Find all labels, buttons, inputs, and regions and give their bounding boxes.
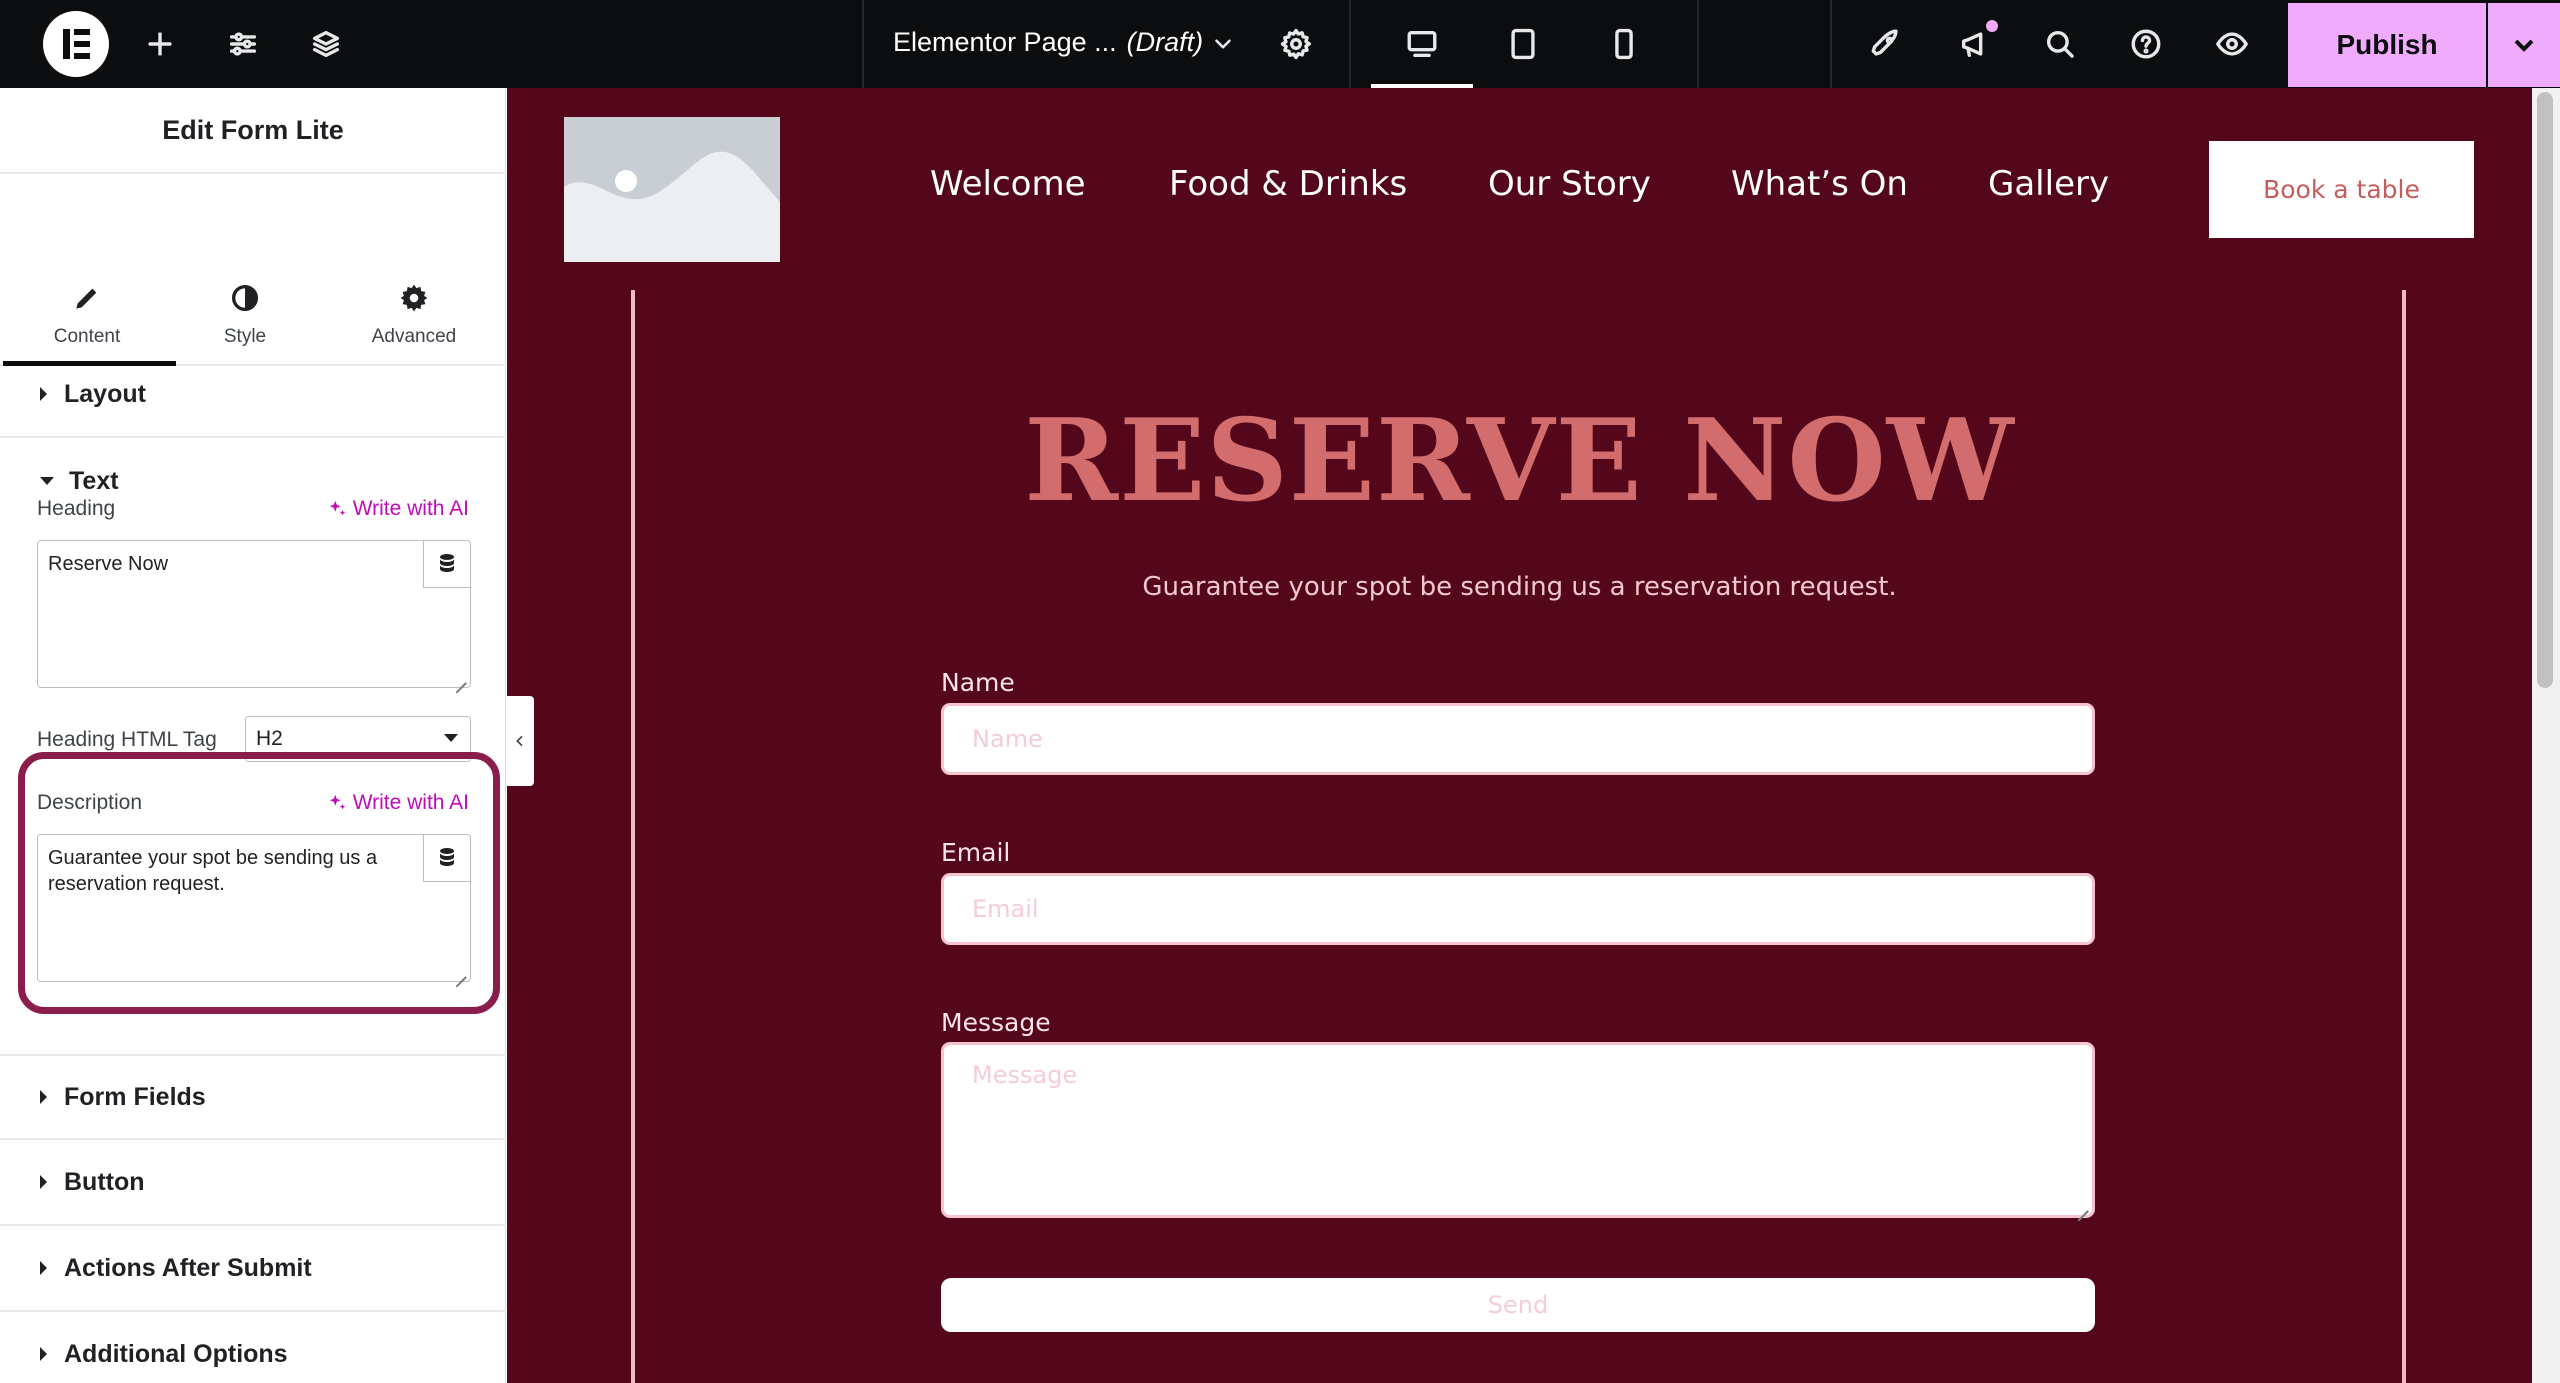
nav-food-drinks[interactable]: Food & Drinks xyxy=(1169,164,1407,204)
caret-right-icon xyxy=(40,1261,47,1275)
divider xyxy=(1349,0,1351,88)
section-label: Button xyxy=(64,1167,145,1196)
chevron-left-icon xyxy=(516,735,523,747)
caret-right-icon xyxy=(40,1347,47,1361)
rocket-icon[interactable] xyxy=(1866,24,1906,64)
tab-label: Style xyxy=(223,326,267,347)
heading-value: Reserve Now xyxy=(48,553,169,575)
section-form-fields[interactable]: Form Fields xyxy=(0,1054,506,1140)
page-settings-gear-icon[interactable] xyxy=(1276,24,1316,64)
nav-whats-on[interactable]: What’s On xyxy=(1731,164,1908,204)
name-label: Name xyxy=(941,668,1015,697)
resize-handle[interactable] xyxy=(2076,1199,2088,1211)
write-with-ai-link[interactable]: Write with AI xyxy=(327,497,469,521)
email-placeholder: Email xyxy=(972,895,1039,923)
gear-icon xyxy=(400,284,428,312)
publish-options-button[interactable] xyxy=(2488,3,2560,87)
mobile-icon[interactable] xyxy=(1604,24,1644,64)
section-layout[interactable]: Layout xyxy=(0,352,506,438)
write-with-ai-label: Write with AI xyxy=(352,497,469,520)
dynamic-tags-button[interactable] xyxy=(423,540,471,588)
image-placeholder-icon[interactable] xyxy=(564,117,780,262)
caret-down-icon xyxy=(40,477,54,485)
message-placeholder: Message xyxy=(972,1061,1078,1089)
chevron-down-icon[interactable] xyxy=(1203,24,1243,64)
divider xyxy=(862,0,864,88)
tab-label: Content xyxy=(53,326,121,347)
page-status: (Draft) xyxy=(1126,27,1204,57)
nav-our-story[interactable]: Our Story xyxy=(1488,164,1651,204)
half-circle-icon xyxy=(232,285,258,311)
caret-right-icon xyxy=(40,387,47,401)
tab-advanced[interactable]: Advanced xyxy=(330,174,498,364)
section-label: Additional Options xyxy=(64,1339,288,1368)
book-table-button[interactable]: Book a table xyxy=(2209,141,2474,238)
resize-handle[interactable] xyxy=(454,671,466,683)
whats-new-megaphone-icon[interactable] xyxy=(1955,20,1998,64)
divider xyxy=(1830,0,1832,88)
scrollbar-thumb[interactable] xyxy=(2537,92,2553,688)
search-icon[interactable] xyxy=(2040,24,2080,64)
heading-tag-value: H2 xyxy=(256,727,283,750)
collapse-panel-button[interactable] xyxy=(506,696,534,786)
tab-label: Advanced xyxy=(371,326,457,347)
help-icon[interactable] xyxy=(2126,24,2166,64)
section-button[interactable]: Button xyxy=(0,1140,506,1226)
preview-canvas: Welcome Food & Drinks Our Story What’s O… xyxy=(507,88,2532,1383)
heading-label: Heading xyxy=(37,497,116,520)
database-icon xyxy=(440,554,454,572)
panel-tabs: Content Style Advanced xyxy=(0,174,506,366)
structure-layers-icon[interactable] xyxy=(306,24,346,64)
message-textarea[interactable]: Message xyxy=(941,1042,2095,1218)
tablet-icon[interactable] xyxy=(1503,24,1543,64)
caret-right-icon xyxy=(40,1090,47,1104)
editor-panel: Edit Form Lite Content Style Advanced La… xyxy=(0,88,506,1383)
section-label: Text xyxy=(69,466,119,495)
panel-title: Edit Form Lite xyxy=(0,88,506,174)
heading-textarea[interactable]: Reserve Now xyxy=(37,540,471,688)
site-settings-icon[interactable] xyxy=(223,24,263,64)
name-placeholder: Name xyxy=(972,725,1043,753)
page-title-text: Elementor Page ... xyxy=(893,27,1117,57)
caret-right-icon xyxy=(40,1175,47,1189)
top-bar: Elementor Page ... (Draft) Publish xyxy=(0,0,2560,88)
tab-content[interactable]: Content xyxy=(3,174,176,366)
add-element-icon[interactable] xyxy=(140,24,180,64)
preview-eye-icon[interactable] xyxy=(2212,24,2252,64)
notification-dot xyxy=(1986,20,1998,32)
message-label: Message xyxy=(941,1008,1051,1037)
caret-down-icon xyxy=(444,734,458,742)
section-additional-options[interactable]: Additional Options xyxy=(0,1312,506,1383)
publish-button[interactable]: Publish xyxy=(2288,3,2486,87)
chevron-down-icon xyxy=(2514,39,2534,52)
heading-tag-label: Heading HTML Tag xyxy=(37,728,217,751)
sparkle-icon xyxy=(329,500,346,516)
nav-welcome[interactable]: Welcome xyxy=(930,164,1086,204)
name-input[interactable]: Name xyxy=(941,703,2095,775)
divider xyxy=(1697,0,1699,88)
send-button[interactable]: Send xyxy=(941,1278,2095,1332)
form-heading: RESERVE NOW xyxy=(1024,394,2015,527)
section-label: Form Fields xyxy=(64,1082,206,1111)
tab-style[interactable]: Style xyxy=(161,174,329,364)
description-highlight-annotation xyxy=(18,752,500,1014)
section-actions-after-submit[interactable]: Actions After Submit xyxy=(0,1226,506,1312)
elementor-logo-icon[interactable] xyxy=(43,11,109,77)
email-label: Email xyxy=(941,838,1011,867)
pencil-icon xyxy=(76,288,97,309)
section-label: Actions After Submit xyxy=(64,1253,312,1282)
section-label: Layout xyxy=(64,379,146,408)
email-input[interactable]: Email xyxy=(941,873,2095,945)
form-description: Guarantee your spot be sending us a rese… xyxy=(1142,572,1897,602)
page-title[interactable]: Elementor Page ... (Draft) xyxy=(893,27,1203,58)
desktop-icon[interactable] xyxy=(1402,24,1442,64)
nav-gallery[interactable]: Gallery xyxy=(1988,164,2109,204)
